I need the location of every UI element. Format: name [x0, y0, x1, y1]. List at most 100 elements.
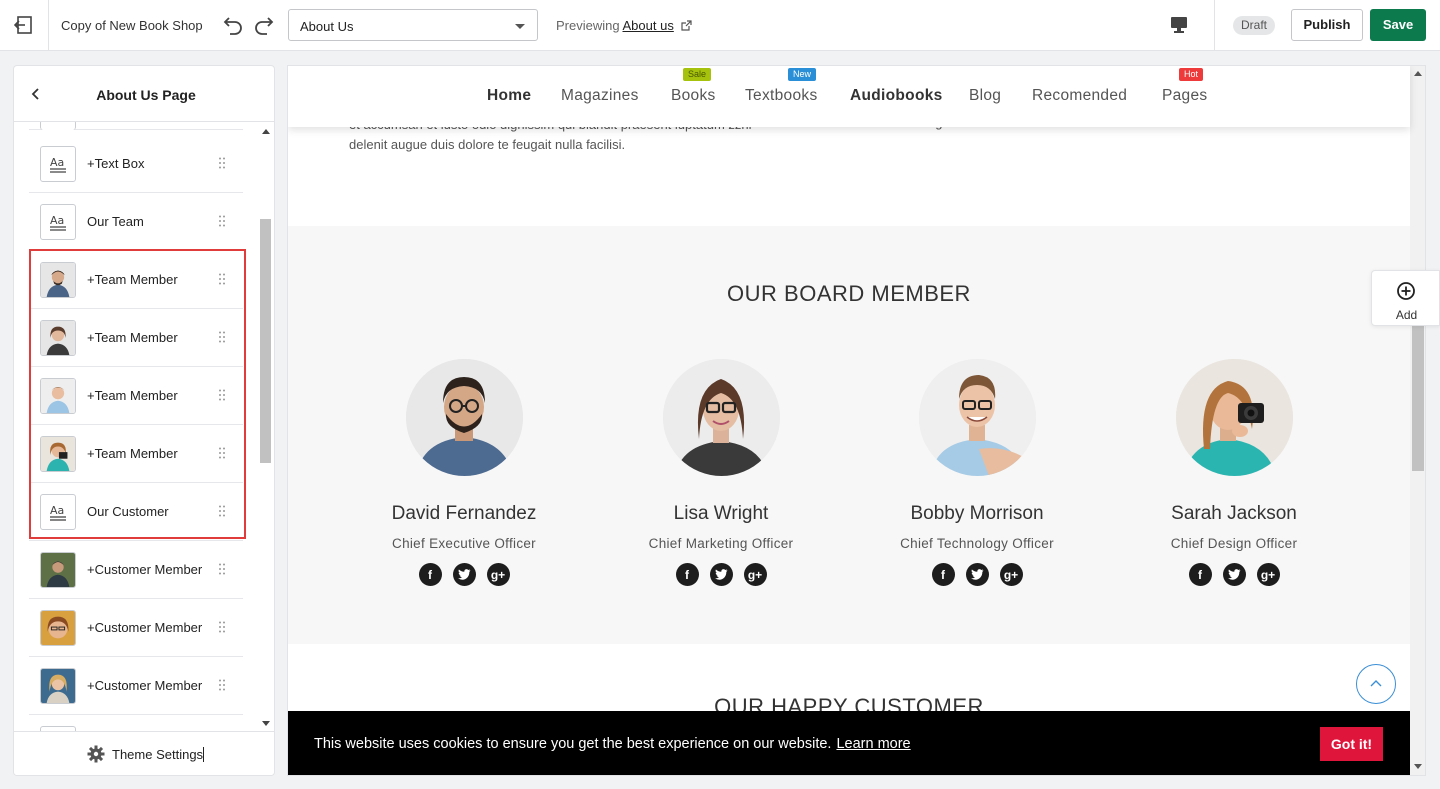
- exit-editor-button[interactable]: [0, 0, 49, 50]
- facebook-icon[interactable]: f: [1188, 563, 1212, 586]
- back-to-top-button[interactable]: [1356, 664, 1396, 704]
- list-item[interactable]: +Customer Member: [29, 541, 243, 599]
- drag-handle-icon[interactable]: [219, 505, 225, 517]
- section-list: Aa +Text Box Aa Our Team +Team Member +T…: [14, 122, 274, 731]
- preview-scrollbar[interactable]: [1410, 66, 1425, 775]
- nav-blog[interactable]: Blog: [969, 87, 1001, 105]
- facebook-icon[interactable]: f: [675, 563, 699, 586]
- drag-handle-icon[interactable]: [219, 157, 225, 169]
- cookie-learn-more-link[interactable]: Learn more: [836, 736, 910, 752]
- text-block-icon: Aa: [40, 204, 76, 240]
- chevron-up-icon: [1370, 680, 1382, 687]
- drag-handle-icon[interactable]: [219, 273, 225, 285]
- list-item[interactable]: Aa Our Team: [29, 193, 243, 251]
- text-block-icon: Aa: [40, 146, 76, 182]
- person-avatar: [40, 552, 76, 588]
- member-name: Sarah Jackson: [1171, 503, 1297, 524]
- list-item[interactable]: +Team Member: [29, 425, 243, 483]
- drag-handle-icon[interactable]: [219, 447, 225, 459]
- drag-handle-icon[interactable]: [219, 679, 225, 691]
- member-role: Chief Design Officer: [1170, 536, 1298, 551]
- list-item-label: +Text Box: [87, 156, 145, 171]
- svg-text:Aa: Aa: [50, 214, 64, 227]
- undo-button[interactable]: [220, 13, 244, 37]
- facebook-icon[interactable]: f: [418, 563, 442, 586]
- panel-title: About Us Page: [96, 87, 196, 103]
- nav-textbooks[interactable]: Textbooks: [745, 87, 818, 105]
- twitter-icon[interactable]: [709, 563, 733, 586]
- list-item-partial[interactable]: [29, 715, 243, 731]
- facebook-icon[interactable]: f: [931, 563, 955, 586]
- nav-home[interactable]: Home: [487, 87, 531, 105]
- member-name: Bobby Morrison: [910, 503, 1044, 524]
- scroll-down-arrow[interactable]: [262, 721, 270, 726]
- theme-settings-button[interactable]: Theme Settings: [14, 731, 274, 775]
- save-button[interactable]: Save: [1370, 9, 1426, 41]
- person-avatar: [40, 668, 76, 704]
- intro-line: delenit augue duis dolore te feugait nul…: [349, 137, 626, 152]
- list-item[interactable]: +Team Member: [29, 367, 243, 425]
- undo-icon: [223, 17, 242, 35]
- panel-scrollbar[interactable]: [260, 219, 271, 463]
- device-preview-button[interactable]: [1168, 14, 1190, 36]
- twitter-icon[interactable]: [452, 563, 476, 586]
- gear-icon: [87, 745, 105, 763]
- member-socials: f g+: [1134, 563, 1334, 586]
- cookie-message: This website uses cookies to ensure you …: [314, 736, 832, 752]
- list-item[interactable]: +Customer Member: [29, 657, 243, 715]
- plus-circle-icon: [1397, 282, 1415, 300]
- page-select-dropdown[interactable]: About Us: [288, 9, 538, 41]
- member-socials: f g+: [621, 563, 821, 586]
- list-item[interactable]: +Team Member: [29, 309, 243, 367]
- previewing-link[interactable]: About us: [623, 18, 674, 33]
- add-section-button[interactable]: Add: [1371, 270, 1440, 326]
- twitter-icon[interactable]: [965, 563, 989, 586]
- drag-handle-icon[interactable]: [219, 621, 225, 633]
- list-item[interactable]: Aa Our Customer: [29, 483, 243, 541]
- chevron-down-icon: [515, 24, 525, 29]
- google-plus-icon[interactable]: g+: [1256, 563, 1280, 586]
- redo-button[interactable]: [253, 13, 277, 37]
- list-item[interactable]: +Team Member: [29, 251, 243, 309]
- drag-handle-icon[interactable]: [219, 331, 225, 343]
- publish-button[interactable]: Publish: [1291, 9, 1363, 41]
- list-item-partial[interactable]: [29, 122, 243, 130]
- twitter-icon[interactable]: [1222, 563, 1246, 586]
- preview-scroll-thumb[interactable]: [1412, 321, 1424, 471]
- google-plus-icon[interactable]: g+: [999, 563, 1023, 586]
- drag-handle-icon[interactable]: [219, 563, 225, 575]
- external-link-icon[interactable]: [681, 20, 693, 31]
- board-title: OUR BOARD MEMBER: [727, 281, 971, 306]
- member-photo: [1176, 359, 1293, 476]
- member-photo: [919, 359, 1036, 476]
- nav-badge-hot: Hot: [1179, 68, 1204, 81]
- list-item-label: Our Team: [87, 214, 144, 229]
- nav-audiobooks[interactable]: Audiobooks: [850, 87, 943, 105]
- nav-magazines[interactable]: Magazines: [561, 87, 639, 105]
- desktop-icon: [1171, 17, 1187, 33]
- member-socials: f g+: [364, 563, 564, 586]
- panel-header: About Us Page: [14, 66, 274, 122]
- google-plus-icon[interactable]: g+: [486, 563, 510, 586]
- nav-pages[interactable]: Pages: [1162, 87, 1207, 105]
- person-avatar: [40, 610, 76, 646]
- add-label: Add: [1395, 308, 1418, 322]
- list-item-label: +Customer Member: [87, 620, 203, 635]
- nav-books[interactable]: Books: [671, 87, 716, 105]
- svg-text:Aa: Aa: [50, 156, 64, 169]
- list-item-label: +Team Member: [87, 272, 178, 287]
- page-select-value: About Us: [300, 19, 354, 34]
- list-item[interactable]: +Customer Member: [29, 599, 243, 657]
- nav-recomended[interactable]: Recomended: [1032, 87, 1127, 105]
- scroll-down-arrow[interactable]: [1414, 764, 1422, 769]
- nav-badge-sale: Sale: [683, 68, 712, 81]
- text-cursor: [203, 747, 205, 762]
- list-item[interactable]: Aa +Text Box: [29, 135, 243, 193]
- scroll-up-arrow[interactable]: [1414, 71, 1422, 76]
- drag-handle-icon[interactable]: [219, 389, 225, 401]
- scroll-up-arrow[interactable]: [262, 129, 270, 134]
- cookie-accept-button[interactable]: Got it!: [1320, 727, 1383, 761]
- drag-handle-icon[interactable]: [219, 215, 225, 227]
- google-plus-icon[interactable]: g+: [743, 563, 767, 586]
- member-role: Chief Executive Officer: [392, 536, 536, 551]
